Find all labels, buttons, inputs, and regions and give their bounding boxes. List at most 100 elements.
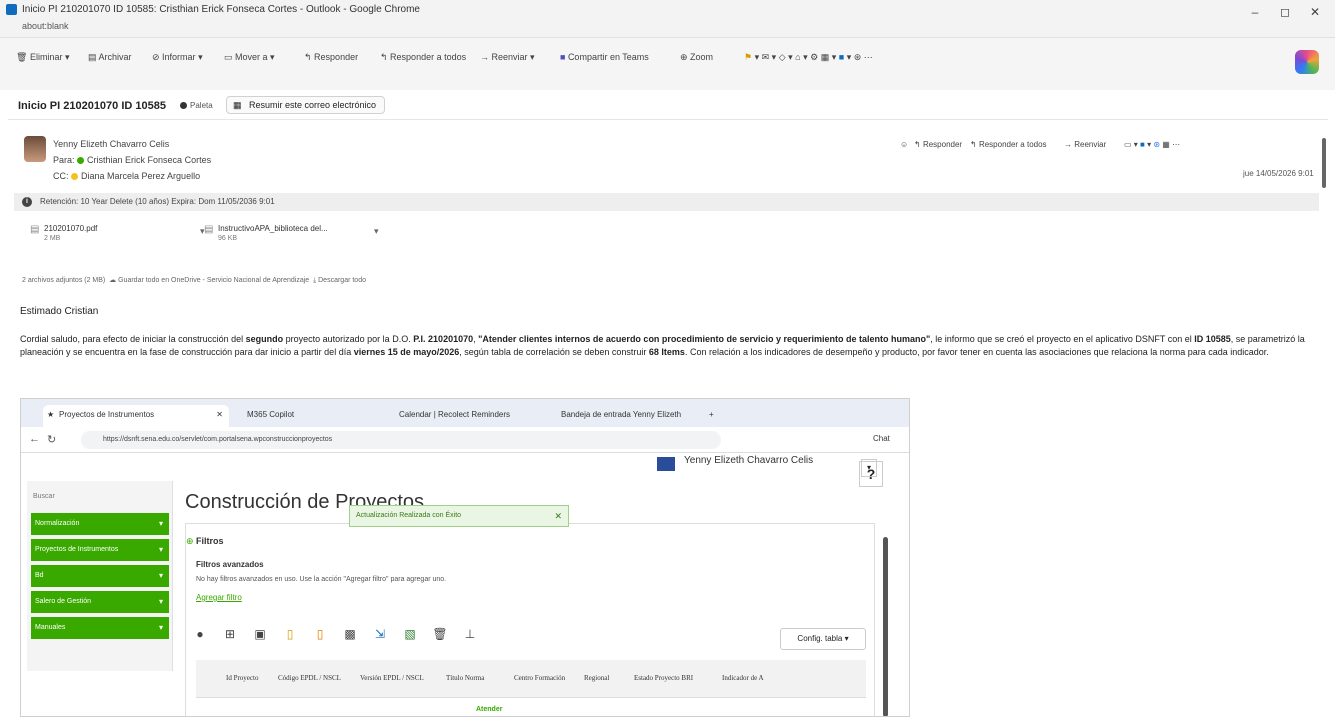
main-scrollbar[interactable] [1322, 138, 1326, 188]
col-centro[interactable]: Centro Formación [514, 674, 565, 682]
reload-icon[interactable]: ↻ [47, 433, 56, 446]
msg-forward-button[interactable]: → Reenviar [1064, 140, 1106, 149]
grid-icon[interactable]: ⊞ [220, 624, 240, 644]
excel-icon[interactable]: ▧ [400, 624, 420, 644]
report-icon: ⊘ [152, 52, 163, 62]
archive-button[interactable]: ▤ Archivar [84, 46, 136, 68]
grid-icon: ▦ [820, 52, 830, 62]
android-icon[interactable]: ● [190, 624, 210, 644]
summarize-button[interactable]: ▦ Resumir este correo electrónico [226, 96, 386, 114]
msg-reply-button[interactable]: ↰ Responder [914, 140, 962, 149]
add-filter-link[interactable]: Agregar filtro [196, 593, 242, 602]
browser-tab[interactable]: Bandeja de entrada Yenny Elizeth [545, 405, 705, 427]
table-config-button[interactable]: Config. tabla ▾ [780, 628, 866, 650]
embedded-screenshot: ★ Proyectos de Instrumentos ✕ M365 Copilo… [20, 398, 910, 717]
reply-all-icon: ↰ [380, 52, 391, 62]
delete-button[interactable]: 🗑 Eliminar ▾ [12, 46, 73, 68]
msg-reply-all-button[interactable]: ↰ Responder a todos [970, 140, 1047, 149]
reply-button[interactable]: ↰ Responder [300, 46, 362, 68]
report-button[interactable]: ⊘ Informar ▾ [148, 46, 207, 68]
menu-item-gestion[interactable]: Salero de Gestión ▾ [31, 591, 169, 613]
greeting: Estimado Cristian [20, 306, 99, 317]
to-recipient[interactable]: Cristhian Erick Fonseca Cortes [87, 155, 211, 165]
sender-avatar[interactable] [24, 136, 46, 162]
col-titulo[interactable]: Título Norma [446, 674, 484, 682]
chevron-down-icon[interactable]: ▾ [374, 226, 379, 237]
browser-tab[interactable]: Calendar | Recolect Reminders [383, 405, 543, 427]
attachment-instructivo[interactable]: ▤ InstructivoAPA_biblioteca del... 96 KB… [204, 222, 394, 250]
move-to-button[interactable]: ▭ Mover a ▾ [220, 46, 279, 68]
menu-search[interactable]: Buscar [33, 493, 55, 500]
address-input[interactable]: https://dsnft.sena.edu.co/servlet/com.po… [81, 431, 721, 449]
close-icon[interactable]: ✕ [554, 506, 562, 526]
onedrive-icon: ☁ [109, 277, 117, 284]
help-button[interactable]: ? [859, 461, 883, 487]
col-version[interactable]: Versión EPDL / NSCL [360, 674, 424, 682]
tag-icon: ◇ [778, 52, 786, 62]
window-url: about:blank [22, 21, 69, 31]
forward-button[interactable]: → Reenviar ▾ [476, 46, 539, 68]
import-icon[interactable]: ⇲ [370, 624, 390, 644]
success-toast: Actualización Realizada con Éxito ✕ [349, 505, 569, 527]
window-title: Inicio PI 210201070 ID 10585: Cristhian … [22, 4, 420, 15]
browser-tab[interactable]: M365 Copilot [231, 405, 381, 427]
col-estado[interactable]: Estado Proyecto BRI [634, 674, 693, 682]
table-cell[interactable]: Atender [476, 706, 502, 713]
attachments-summary: 2 archivos adjuntos (2 MB) ☁ Guardar tod… [22, 277, 366, 284]
browser-tab[interactable]: ★ Proyectos de Instrumentos ✕ [43, 405, 229, 427]
presence-icon [77, 157, 85, 165]
ribbon-toolbar: 🗑 Eliminar ▾ ▤ Archivar ⊘ Informar ▾ ▭ M… [0, 38, 1335, 90]
doc-icon[interactable]: ▯ [280, 624, 300, 644]
attachment-pdf[interactable]: ▤ 210201070.pdf 2 MB ▾ [30, 222, 220, 250]
share-teams-button[interactable]: ■ Compartir en Teams [556, 46, 653, 68]
export-icon[interactable]: ▩ [340, 624, 360, 644]
minimize-button[interactable]: – [1240, 4, 1270, 20]
download-icon: ⤓ [313, 277, 317, 284]
menu-item-proyectos[interactable]: Proyectos de Instrumentos ▾ [31, 539, 169, 561]
menu-item-normalizacion[interactable]: Normalización ▾ [31, 513, 169, 535]
subject-bar: Inicio PI 210201070 ID 10585 Paleta ▦ Res… [8, 92, 1328, 120]
envelope-icon: ✉ [761, 52, 770, 62]
zoom-icon: ⊕ [680, 52, 691, 62]
teams-icon: ■ [560, 52, 568, 62]
msg-more-actions[interactable]: ▭ ▾ ■ ▾ ⊛ ▦ ⋯ [1124, 140, 1180, 149]
back-icon[interactable]: ← [29, 433, 40, 445]
side-menu: Buscar Normalización ▾ Proyectos de Instr… [27, 481, 173, 671]
window-titlebar: Inicio PI 210201070 ID 10585: Cristhian … [0, 0, 1335, 38]
reply-all-button[interactable]: ↰ Responder a todos [376, 46, 470, 68]
more-tools[interactable]: ⚑ ▾ ✉ ▾ ◇ ▾ ⌂ ▾ ⚙ ▦ ▾ ■ ▾ ⊛ ⋯ [740, 46, 877, 68]
new-tab-button[interactable]: + [709, 405, 729, 427]
category-tag[interactable]: Paleta [180, 101, 213, 110]
forward-icon: → [480, 52, 492, 62]
copilot-icon[interactable] [1295, 50, 1319, 74]
flag-icon: ⚑ [744, 52, 753, 62]
sender-name[interactable]: Yenny Elizeth Chavarro Celis [53, 139, 169, 149]
col-id[interactable]: Id Proyecto [226, 674, 258, 682]
col-codigo[interactable]: Código EPDL / NSCL [278, 674, 341, 682]
chat-button[interactable]: Chat [873, 434, 890, 443]
table-header: Id Proyecto Código EPDL / NSCL Versión E… [196, 660, 866, 698]
col-indicador[interactable]: Indicador de A [722, 674, 764, 682]
scrollbar[interactable] [883, 537, 888, 716]
close-button[interactable]: ✕ [1300, 4, 1330, 20]
emoji-icon[interactable]: ☺ [900, 140, 908, 149]
star-icon: ★ [47, 410, 55, 419]
download-all-link[interactable]: Descargar todo [318, 277, 366, 284]
pdf-file-icon: ▤ [30, 224, 40, 235]
restore-button[interactable]: ◻ [1270, 4, 1300, 20]
col-regional[interactable]: Regional [584, 674, 609, 682]
word-file-icon: ▤ [204, 224, 214, 235]
save-onedrive-link[interactable]: Guardar todo en OneDrive - Servicio Naci… [118, 277, 309, 284]
cc-recipient[interactable]: Diana Marcela Perez Arguello [81, 171, 200, 181]
filters-toggle[interactable]: Filtros [196, 536, 224, 546]
copilot-summary-icon: ▦ [233, 100, 242, 110]
save-icon[interactable]: ▣ [250, 624, 270, 644]
menu-item-bd[interactable]: Bd ▾ [31, 565, 169, 587]
message-date: jue 14/05/2026 9:01 [1243, 169, 1314, 178]
plus-circle-icon[interactable]: ⊕ [186, 536, 194, 547]
zoom-button[interactable]: ⊕ Zoom [676, 46, 717, 68]
menu-item-manuales[interactable]: Manuales ▾ [31, 617, 169, 639]
trash-icon[interactable]: 🗑 [430, 624, 450, 644]
download-icon[interactable]: ⊥ [460, 624, 480, 644]
pdf-icon[interactable]: ▯ [310, 624, 330, 644]
